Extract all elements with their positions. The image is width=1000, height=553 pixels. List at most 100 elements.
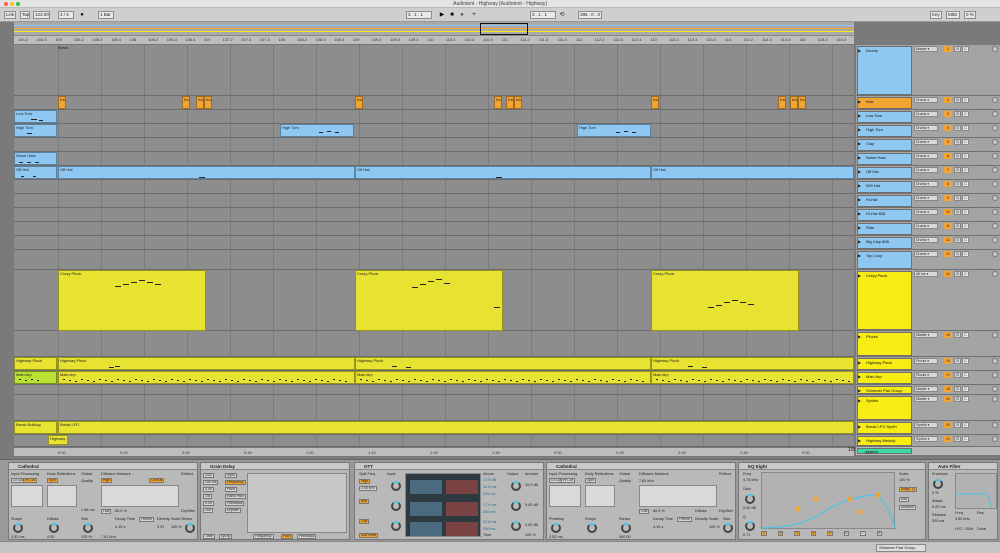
track-output-select[interactable]: Drums ▾ [914, 153, 938, 159]
selected-track-name[interactable]: Shimmer Pad Group [876, 544, 926, 552]
eq-band-handle[interactable] [847, 496, 853, 502]
early-reflections-display[interactable] [585, 485, 615, 507]
spin-toggle[interactable]: Spin [585, 478, 597, 483]
fold-icon[interactable]: ▶ [858, 211, 861, 216]
device-eq-eight[interactable]: EQ Eight Freq 4.76 kHz Gain 0.00 dB Q 0.… [738, 462, 926, 540]
track-name[interactable]: Hi-Hat [857, 195, 912, 207]
fold-icon[interactable]: ▶ [858, 239, 861, 244]
hi-cut-toggle[interactable]: Hi Cut [561, 478, 575, 483]
track-activator[interactable]: 8 [944, 181, 952, 187]
track-lane[interactable] [14, 194, 854, 208]
split-high-field[interactable]: 2.50 kHz [359, 486, 377, 491]
track-header[interactable]: Plucks ▶ Master ▾ 15 S C [856, 331, 1000, 357]
track-output-select[interactable]: Drums ▾ [914, 251, 938, 257]
output-low-knob[interactable] [511, 521, 521, 531]
soft-knee-toggle[interactable]: Soft Knee [359, 533, 379, 538]
record-arm-button[interactable] [992, 422, 998, 428]
arrangement-view[interactable]: KickKickKickKickKickKickKickKickKickKick… [14, 45, 854, 447]
fold-icon[interactable]: ▶ [858, 127, 861, 132]
arrangement-clip[interactable]: High Tom [14, 124, 57, 137]
tap-button[interactable]: Tap [20, 11, 30, 19]
arrangement-clip[interactable]: Low Tom [14, 110, 57, 123]
arrangement-clip[interactable]: Off Hat [58, 166, 355, 179]
track-output-select[interactable]: Master ▾ [914, 46, 938, 52]
record-arm-button[interactable] [992, 209, 998, 215]
track-activator[interactable]: 1 [944, 46, 952, 52]
master-track-header[interactable]: Master [856, 447, 1000, 455]
arrangement-clip[interactable]: Crazy Pluck [355, 270, 503, 331]
record-arm-button[interactable] [992, 436, 998, 442]
device-auto-filter[interactable]: Auto Filter Envelope 0 % Attack 0.29 ms … [928, 462, 998, 540]
solo-button[interactable]: S [954, 436, 961, 442]
arrangement-clip[interactable]: Kick [651, 96, 659, 109]
drywet-toggle[interactable]: DryWet [225, 508, 241, 513]
track-output-select[interactable]: Synths ▾ [914, 436, 938, 442]
arrangement-clip[interactable]: Main Arp [58, 371, 355, 384]
mid-band-toggle[interactable]: Mid [359, 499, 369, 504]
solo-button[interactable]: S [954, 46, 961, 52]
monitor-button[interactable]: C [962, 195, 969, 201]
track-header[interactable]: Highway Pluck ▶ Plucks ▾ 16 S C [856, 357, 1000, 371]
stop-icon[interactable]: ■ [448, 11, 456, 19]
track-activator[interactable]: 11 [944, 223, 952, 229]
arrangement-clip[interactable]: Highway Pluck [14, 357, 57, 370]
track-activator[interactable]: 3 [944, 111, 952, 117]
track-name[interactable]: Highway Pluck [857, 358, 912, 370]
output-mid-knob[interactable] [511, 501, 521, 511]
track-output-select[interactable]: All Ins ▾ [914, 271, 938, 277]
size-knob[interactable] [83, 523, 93, 533]
arrangement-clip[interactable]: Kick [204, 96, 212, 109]
x-time-button[interactable]: Time [203, 534, 215, 539]
record-arm-button[interactable] [992, 125, 998, 131]
monitor-button[interactable]: C [962, 181, 969, 187]
monitor-button[interactable]: C [962, 111, 969, 117]
monitor-button[interactable]: C [962, 97, 969, 103]
track-header[interactable]: Top Loop ▶ Drums ▾ 13 S C [856, 250, 1000, 270]
monitor-button[interactable]: C [962, 372, 969, 378]
eq-band-button[interactable]: 3 [794, 531, 800, 536]
high-band-toggle[interactable]: High [359, 479, 371, 484]
record-icon[interactable]: ● [458, 11, 466, 19]
track-lane[interactable] [14, 236, 854, 250]
arrangement-clip[interactable]: Kick [506, 96, 514, 109]
record-arm-button[interactable] [992, 332, 998, 338]
arrangement-clip[interactable]: Kick [182, 96, 190, 109]
arrangement-clip[interactable]: Highway Pluck [58, 357, 355, 370]
track-header[interactable]: Low Tom ▶ Drums ▾ 3 S C [856, 110, 1000, 124]
arrangement-clip[interactable]: High Tom [280, 124, 354, 137]
fold-icon[interactable]: ▶ [858, 334, 861, 339]
arrangement-clip[interactable]: Main Arp [14, 371, 57, 384]
filter-display[interactable] [11, 485, 43, 507]
xy-pad[interactable] [247, 473, 347, 533]
monitor-button[interactable]: C [962, 167, 969, 173]
track-lane[interactable] [14, 124, 854, 138]
monitor-button[interactable]: C [962, 237, 969, 243]
track-output-select[interactable]: Drums ▾ [914, 125, 938, 131]
output-high-knob[interactable] [511, 481, 521, 491]
record-arm-button[interactable] [992, 195, 998, 201]
record-arm-button[interactable] [992, 396, 998, 402]
arrangement-clip[interactable]: Kick [355, 96, 363, 109]
track-name[interactable]: Crazy Pluck [857, 271, 912, 330]
arrangement-clip[interactable]: Kick [790, 96, 798, 109]
track-lane[interactable] [14, 96, 854, 110]
low-band-toggle[interactable]: Low [359, 519, 370, 524]
track-lane[interactable] [14, 435, 854, 447]
track-name[interactable]: Ride [857, 223, 912, 235]
fold-icon[interactable]: ▶ [858, 360, 861, 365]
arrangement-clip[interactable]: Kick [494, 96, 502, 109]
input-high-knob[interactable] [391, 481, 401, 491]
key-map-button[interactable]: Key [930, 11, 942, 19]
track-activator[interactable]: 15 [944, 332, 952, 338]
record-arm-button[interactable] [992, 358, 998, 364]
fold-icon[interactable]: ▶ [858, 438, 861, 443]
track-name[interactable]: 909 Hat [857, 181, 912, 193]
track-header[interactable]: Break LFO Synth ▶ Synths ▾ 20 S C [856, 421, 1000, 435]
track-output-select[interactable]: Drums ▾ [914, 237, 938, 243]
fold-icon[interactable]: ▶ [858, 225, 861, 230]
low-toggle[interactable]: Low [639, 509, 650, 514]
metronome-icon[interactable]: ● [78, 11, 86, 19]
solo-button[interactable]: S [954, 139, 961, 145]
loop-length-field[interactable]: 396 . 0 . 0 [578, 11, 602, 19]
record-arm-button[interactable] [992, 372, 998, 378]
